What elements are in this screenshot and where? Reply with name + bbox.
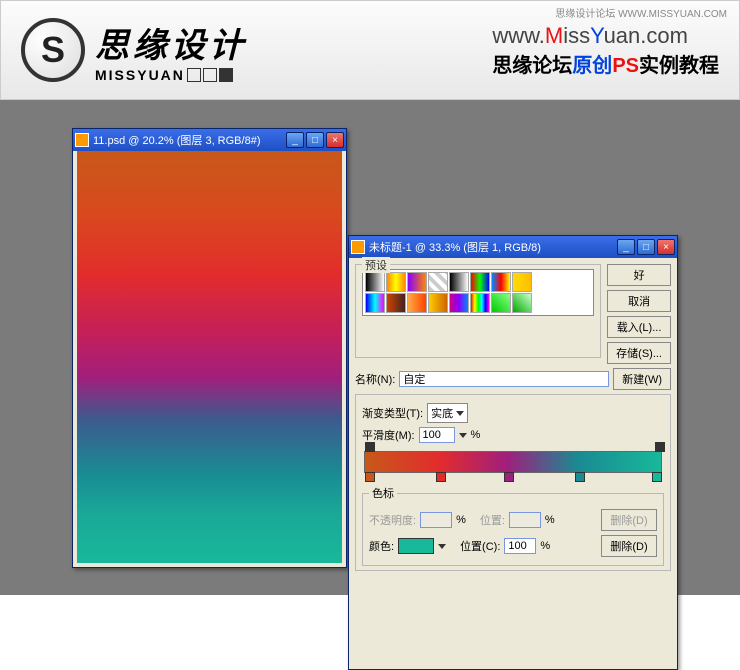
square-icon bbox=[203, 68, 217, 82]
minimize-button[interactable]: _ bbox=[286, 132, 304, 148]
subtitle: 思缘论坛原创PS实例教程 bbox=[492, 49, 719, 78]
color-stop[interactable] bbox=[575, 472, 585, 482]
gradient-swatch[interactable] bbox=[365, 272, 385, 292]
position-label: 位置(C): bbox=[460, 538, 500, 554]
gradient-swatch[interactable] bbox=[491, 293, 511, 313]
logo-en: MISSYUAN bbox=[95, 67, 247, 83]
gradient-bar[interactable] bbox=[364, 451, 662, 473]
banner: 思缘设计论坛 WWW.MISSYUAN.COM S 思缘设计 MISSYUAN … bbox=[0, 0, 740, 100]
chevron-down-icon[interactable] bbox=[438, 544, 446, 549]
opacity-input bbox=[420, 512, 452, 528]
gradient-swatch[interactable] bbox=[512, 293, 532, 313]
logo-cn: 思缘设计 bbox=[95, 18, 247, 67]
gradient-swatch[interactable] bbox=[470, 293, 490, 313]
gradient-swatch[interactable] bbox=[491, 272, 511, 292]
window-title: 未标题-1 @ 33.3% (图层 1, RGB/8) bbox=[369, 239, 617, 255]
stops-fieldset: 色标 不透明度: % 位置: % 删除(D) 颜色: 位置(C bbox=[362, 485, 664, 566]
banner-right: www.MissYuan.com 思缘论坛原创PS实例教程 bbox=[492, 23, 719, 78]
gradient-swatch[interactable] bbox=[428, 293, 448, 313]
color-label: 颜色: bbox=[369, 538, 394, 554]
gradient-swatch[interactable] bbox=[428, 272, 448, 292]
dialog-body: 预设 好 取消 载入(L)... 存储(S)... 名称(N): 新建(W) 渐… bbox=[349, 258, 677, 583]
opacity-label: 不透明度: bbox=[369, 512, 416, 528]
titlebar[interactable]: 未标题-1 @ 33.3% (图层 1, RGB/8) _ □ × bbox=[349, 236, 677, 258]
maximize-button[interactable]: □ bbox=[637, 239, 655, 255]
save-button[interactable]: 存储(S)... bbox=[607, 342, 671, 364]
workspace: 11.psd @ 20.2% (图层 3, RGB/8#) _ □ × 未标题-… bbox=[0, 100, 740, 595]
close-button[interactable]: × bbox=[657, 239, 675, 255]
minimize-button[interactable]: _ bbox=[617, 239, 635, 255]
type-label: 渐变类型(T): bbox=[362, 405, 423, 421]
gradient-swatch[interactable] bbox=[365, 293, 385, 313]
maximize-button[interactable]: □ bbox=[306, 132, 324, 148]
opacity-stop[interactable] bbox=[365, 442, 375, 452]
app-icon bbox=[351, 240, 365, 254]
type-dropdown[interactable]: 实底 bbox=[427, 403, 468, 423]
name-label: 名称(N): bbox=[355, 371, 395, 387]
gradient-swatch[interactable] bbox=[386, 272, 406, 292]
color-stop[interactable] bbox=[365, 472, 375, 482]
smoothness-label: 平滑度(M): bbox=[362, 427, 415, 443]
close-button[interactable]: × bbox=[326, 132, 344, 148]
color-stop[interactable] bbox=[436, 472, 446, 482]
stops-legend: 色标 bbox=[369, 485, 397, 501]
name-input[interactable] bbox=[399, 371, 609, 387]
cancel-button[interactable]: 取消 bbox=[607, 290, 671, 312]
position-input[interactable] bbox=[504, 538, 536, 554]
color-well[interactable] bbox=[398, 538, 434, 554]
gradient-swatch[interactable] bbox=[449, 293, 469, 313]
gradient-swatch[interactable] bbox=[407, 293, 427, 313]
color-stop[interactable] bbox=[504, 472, 514, 482]
chevron-down-icon bbox=[456, 411, 464, 416]
gradient-swatch[interactable] bbox=[512, 272, 532, 292]
url-text: www.MissYuan.com bbox=[492, 23, 719, 49]
gradient-swatch[interactable] bbox=[386, 293, 406, 313]
titlebar[interactable]: 11.psd @ 20.2% (图层 3, RGB/8#) _ □ × bbox=[73, 129, 346, 151]
app-icon bbox=[75, 133, 89, 147]
gradient-swatch[interactable] bbox=[470, 272, 490, 292]
gradient-editor-window[interactable]: 未标题-1 @ 33.3% (图层 1, RGB/8) _ □ × 预设 好 取… bbox=[348, 235, 678, 670]
document-window[interactable]: 11.psd @ 20.2% (图层 3, RGB/8#) _ □ × bbox=[72, 128, 347, 568]
presets-label: 预设 bbox=[362, 257, 390, 273]
ok-button[interactable]: 好 bbox=[607, 264, 671, 286]
corner-credit: 思缘设计论坛 WWW.MISSYUAN.COM bbox=[555, 5, 727, 20]
smoothness-input[interactable] bbox=[419, 427, 455, 443]
chevron-down-icon[interactable] bbox=[459, 433, 467, 438]
gradient-swatch[interactable] bbox=[449, 272, 469, 292]
square-icon bbox=[219, 68, 233, 82]
opacity-stop[interactable] bbox=[655, 442, 665, 452]
preset-swatches bbox=[362, 269, 594, 316]
load-button[interactable]: 载入(L)... bbox=[607, 316, 671, 338]
position-label: 位置: bbox=[480, 512, 505, 528]
position-input bbox=[509, 512, 541, 528]
new-button[interactable]: 新建(W) bbox=[613, 368, 671, 390]
window-title: 11.psd @ 20.2% (图层 3, RGB/8#) bbox=[93, 132, 286, 148]
gradient-swatch[interactable] bbox=[407, 272, 427, 292]
delete-button: 删除(D) bbox=[601, 509, 657, 531]
delete-button[interactable]: 删除(D) bbox=[601, 535, 657, 557]
logo-text: 思缘设计 MISSYUAN bbox=[95, 18, 247, 83]
color-stop[interactable] bbox=[652, 472, 662, 482]
canvas-gradient bbox=[77, 151, 342, 563]
percent-label: % bbox=[471, 429, 481, 441]
logo-icon: S bbox=[21, 18, 85, 82]
square-icon bbox=[187, 68, 201, 82]
